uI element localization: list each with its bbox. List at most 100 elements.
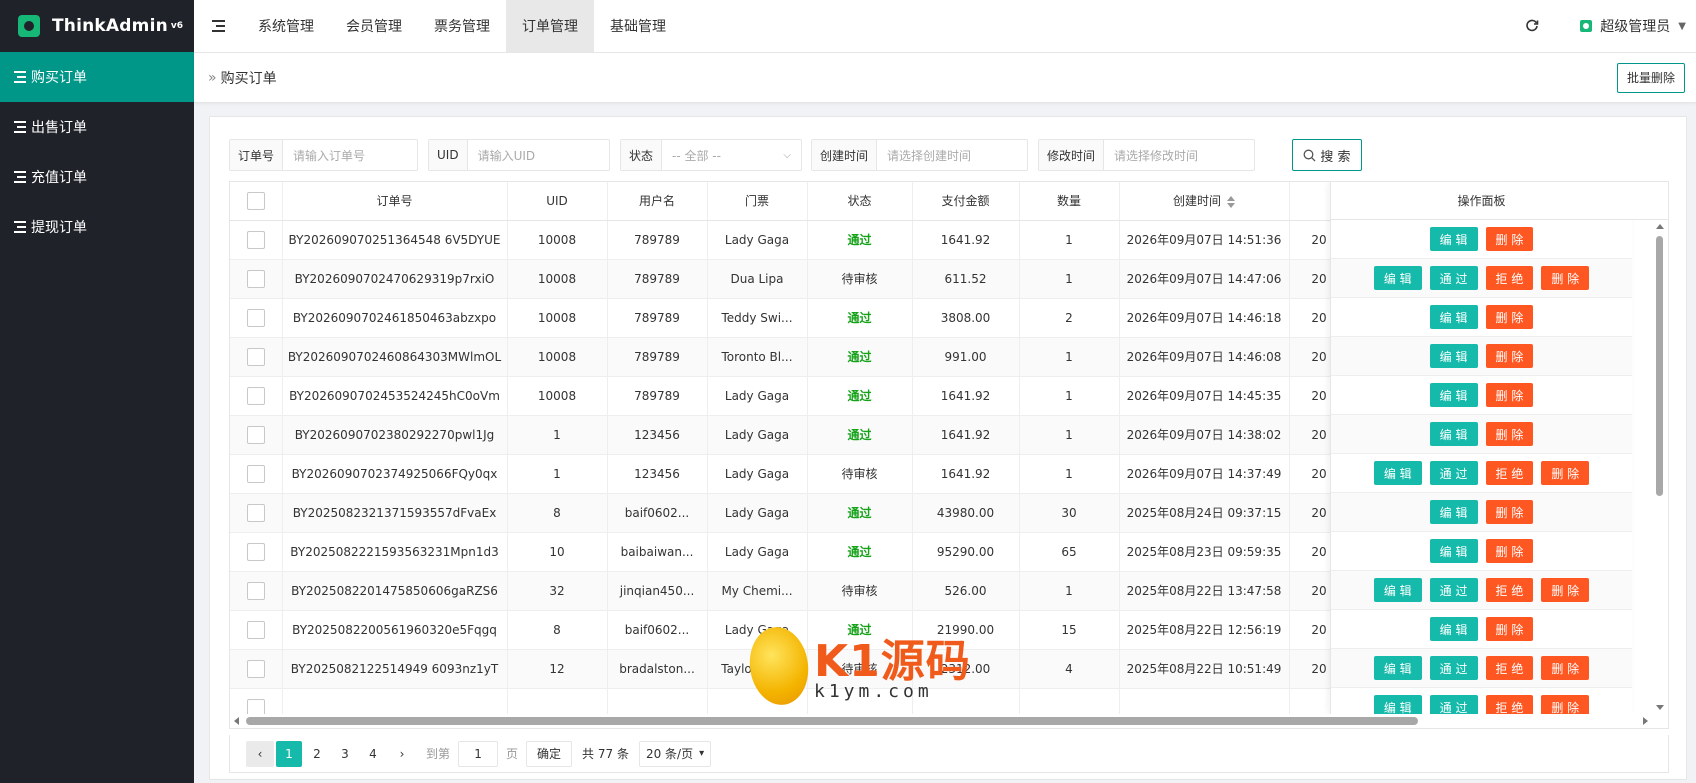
column-header-label: UID bbox=[546, 193, 568, 208]
cell-ticket: Dua Lipa bbox=[707, 259, 808, 299]
cell-order: BY2025082321371593557dFvaEx bbox=[282, 493, 508, 533]
top-tab-1[interactable]: 会员管理 bbox=[330, 0, 418, 53]
approve-button[interactable]: 通 过 bbox=[1429, 266, 1478, 290]
row-checkbox[interactable] bbox=[246, 464, 265, 483]
edit-button[interactable]: 编 辑 bbox=[1429, 617, 1478, 641]
cell-order: BY2026090702460864303MWlmOL bbox=[282, 337, 508, 377]
edit-button[interactable]: 编 辑 bbox=[1373, 461, 1422, 485]
scroll-down-icon[interactable] bbox=[1656, 705, 1664, 710]
sidebar-item-1[interactable]: 出售订单 bbox=[0, 102, 194, 152]
edit-button[interactable]: 编 辑 bbox=[1429, 383, 1478, 407]
delete-button[interactable]: 删 除 bbox=[1485, 344, 1534, 368]
row-select-cell bbox=[230, 415, 283, 455]
row-checkbox[interactable] bbox=[246, 386, 265, 405]
reject-button[interactable]: 拒 绝 bbox=[1485, 461, 1534, 485]
page-number[interactable]: 4 bbox=[360, 741, 386, 767]
scroll-right-icon[interactable] bbox=[1643, 717, 1648, 725]
vertical-scroll-thumb[interactable] bbox=[1656, 236, 1663, 496]
delete-button[interactable]: 删 除 bbox=[1541, 578, 1590, 602]
prev-page-icon[interactable]: ‹ bbox=[246, 740, 274, 767]
status-select[interactable]: -- 全部 -- ⌵ bbox=[662, 140, 801, 170]
reject-button[interactable]: 拒 绝 bbox=[1485, 695, 1534, 714]
table-row: BY2026090702453524245hC0oVm 10008 789789 La… bbox=[230, 376, 1350, 416]
batch-delete-button[interactable]: 批量删除 bbox=[1616, 62, 1685, 93]
delete-button[interactable]: 删 除 bbox=[1485, 500, 1534, 524]
edit-button[interactable]: 编 辑 bbox=[1429, 227, 1478, 251]
scroll-left-icon[interactable] bbox=[234, 717, 239, 725]
edit-button[interactable]: 编 辑 bbox=[1373, 656, 1422, 680]
next-page-icon[interactable]: › bbox=[388, 741, 416, 767]
delete-button[interactable]: 删 除 bbox=[1541, 461, 1590, 485]
refresh-icon[interactable] bbox=[1512, 0, 1552, 53]
page-number[interactable]: 2 bbox=[304, 741, 330, 767]
vertical-scrollbar[interactable] bbox=[1652, 220, 1668, 714]
edit-button[interactable]: 编 辑 bbox=[1429, 500, 1478, 524]
reject-button[interactable]: 拒 绝 bbox=[1485, 656, 1534, 680]
scroll-up-icon[interactable] bbox=[1656, 224, 1664, 229]
sidebar-item-0[interactable]: 购买订单 bbox=[0, 52, 194, 102]
top-tab-0[interactable]: 系统管理 bbox=[242, 0, 330, 53]
edit-button[interactable]: 编 辑 bbox=[1429, 422, 1478, 446]
row-checkbox[interactable] bbox=[246, 230, 265, 249]
delete-button[interactable]: 删 除 bbox=[1485, 422, 1534, 446]
page-number[interactable]: 3 bbox=[332, 741, 358, 767]
approve-button[interactable]: 通 过 bbox=[1429, 656, 1478, 680]
horizontal-scroll-thumb[interactable] bbox=[246, 717, 1418, 725]
delete-button[interactable]: 删 除 bbox=[1541, 695, 1590, 714]
row-checkbox[interactable] bbox=[246, 503, 265, 522]
cell-user: 789789 bbox=[607, 259, 708, 299]
reject-button[interactable]: 拒 绝 bbox=[1485, 578, 1534, 602]
menu-toggle-icon[interactable] bbox=[194, 0, 242, 53]
sort-icon[interactable] bbox=[1227, 195, 1235, 208]
delete-button[interactable]: 删 除 bbox=[1485, 617, 1534, 641]
top-tab-4[interactable]: 基础管理 bbox=[594, 0, 682, 53]
cell-status: 待审核 bbox=[807, 571, 913, 611]
edit-button[interactable]: 编 辑 bbox=[1429, 344, 1478, 368]
top-header: 系统管理 会员管理 票务管理 订单管理 基础管理 超级管理员 ▼ bbox=[194, 0, 1696, 53]
edit-button[interactable]: 编 辑 bbox=[1429, 539, 1478, 563]
approve-button[interactable]: 通 过 bbox=[1429, 695, 1478, 714]
uid-input[interactable]: 请输入UID bbox=[468, 140, 609, 170]
row-checkbox[interactable] bbox=[246, 542, 265, 561]
page-size-select[interactable]: 20 条/页 ▾ bbox=[638, 740, 712, 767]
edit-button[interactable]: 编 辑 bbox=[1429, 305, 1478, 329]
page-number[interactable]: 1 bbox=[276, 740, 302, 767]
reject-button[interactable]: 拒 绝 bbox=[1485, 266, 1534, 290]
sidebar-item-2[interactable]: 充值订单 bbox=[0, 152, 194, 202]
sidebar-item-3[interactable]: 提现订单 bbox=[0, 202, 194, 252]
delete-button[interactable]: 删 除 bbox=[1485, 539, 1534, 563]
edit-button[interactable]: 编 辑 bbox=[1373, 695, 1422, 714]
delete-button[interactable]: 删 除 bbox=[1485, 305, 1534, 329]
row-checkbox[interactable] bbox=[246, 581, 265, 600]
delete-button[interactable]: 删 除 bbox=[1541, 656, 1590, 680]
select-all-checkbox[interactable] bbox=[246, 191, 265, 210]
cell-uid: 10008 bbox=[507, 376, 608, 416]
row-checkbox[interactable] bbox=[246, 308, 265, 327]
top-tab-3[interactable]: 订单管理 bbox=[506, 0, 594, 53]
edit-button[interactable]: 编 辑 bbox=[1373, 266, 1422, 290]
row-checkbox[interactable] bbox=[246, 269, 265, 288]
delete-button[interactable]: 删 除 bbox=[1541, 266, 1590, 290]
approve-button[interactable]: 通 过 bbox=[1429, 578, 1478, 602]
row-checkbox[interactable] bbox=[246, 659, 265, 678]
search-button[interactable]: 搜 索 bbox=[1292, 139, 1362, 171]
cell-amount: 3808.00 bbox=[912, 298, 1020, 338]
row-checkbox[interactable] bbox=[246, 347, 265, 366]
top-tab-2[interactable]: 票务管理 bbox=[418, 0, 506, 53]
row-checkbox[interactable] bbox=[246, 425, 265, 444]
app-logo[interactable]: ThinkAdmin v6 bbox=[0, 0, 194, 52]
delete-button[interactable]: 删 除 bbox=[1485, 227, 1534, 251]
goto-confirm-button[interactable]: 确定 bbox=[526, 740, 573, 767]
goto-page-input[interactable]: 1 bbox=[458, 740, 499, 767]
edit-button[interactable]: 编 辑 bbox=[1373, 578, 1422, 602]
delete-button[interactable]: 删 除 bbox=[1485, 383, 1534, 407]
approve-button[interactable]: 通 过 bbox=[1429, 461, 1478, 485]
row-checkbox[interactable] bbox=[246, 620, 265, 639]
column-header[interactable]: 创建时间 bbox=[1119, 182, 1290, 221]
modified-time-input[interactable]: 请选择修改时间 bbox=[1104, 140, 1254, 170]
horizontal-scrollbar[interactable] bbox=[230, 714, 1668, 728]
order-no-input[interactable]: 请输入订单号 bbox=[283, 140, 417, 170]
user-menu[interactable]: 超级管理员 ▼ bbox=[1552, 16, 1696, 36]
created-time-input[interactable]: 请选择创建时间 bbox=[877, 140, 1027, 170]
cell-order: BY2026090702374925066FQy0qx bbox=[282, 454, 508, 494]
